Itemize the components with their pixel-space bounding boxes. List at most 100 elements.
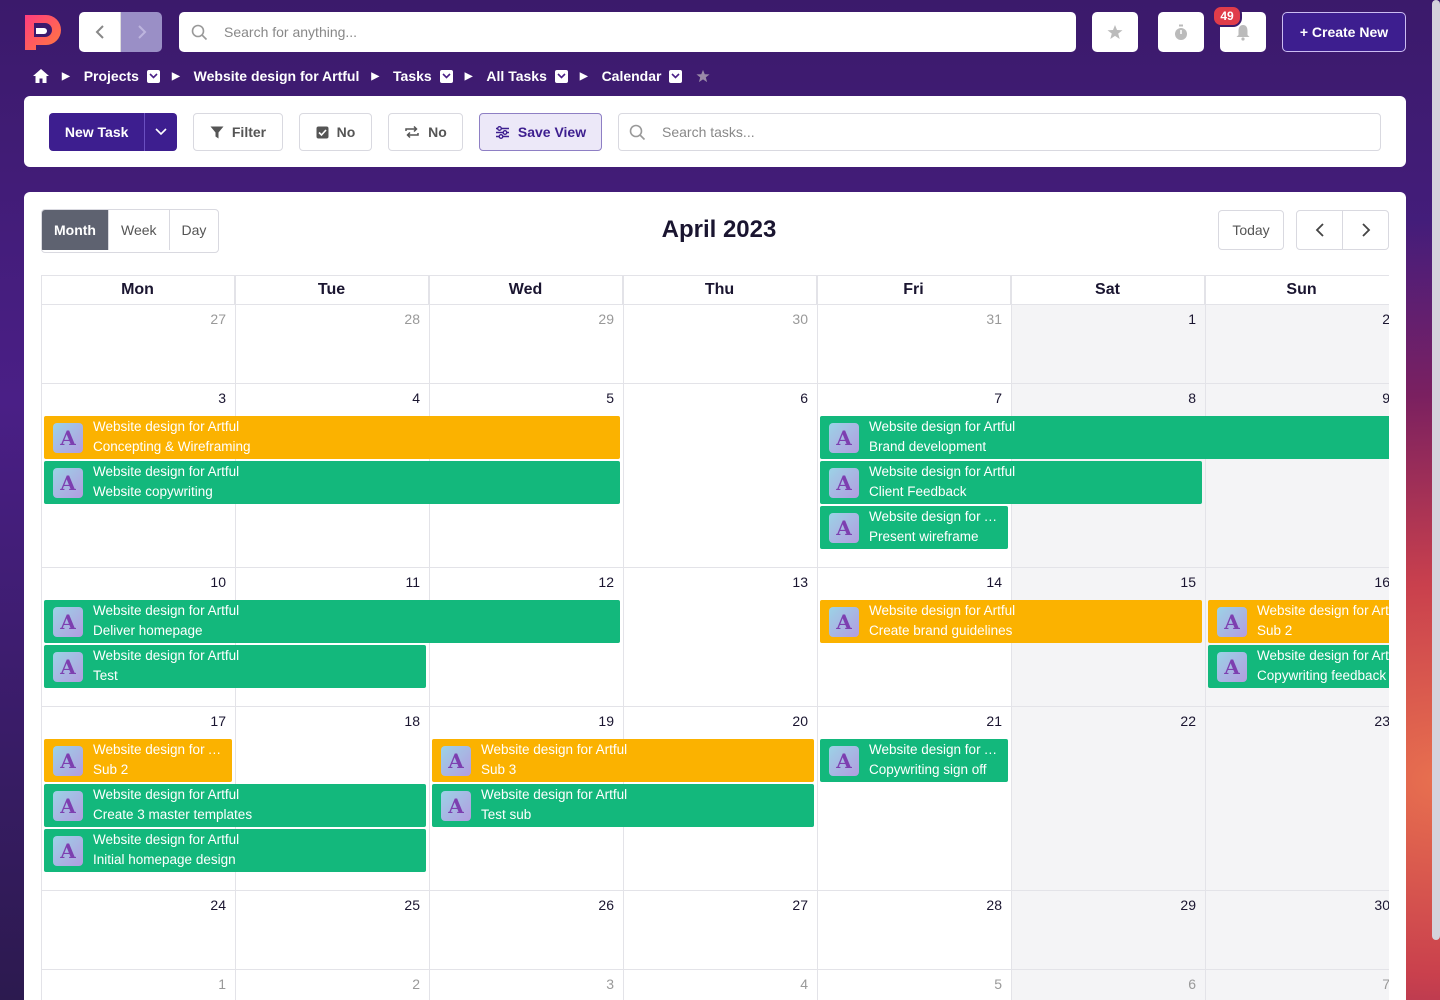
- recurring-toggle[interactable]: No: [388, 113, 463, 151]
- dropdown-chevron-icon[interactable]: [439, 69, 453, 83]
- day-number[interactable]: 28: [962, 897, 1002, 913]
- create-new-button[interactable]: + Create New: [1282, 12, 1406, 52]
- global-search[interactable]: [179, 12, 1076, 52]
- show-completed-toggle[interactable]: No: [299, 113, 372, 151]
- calendar-event[interactable]: A Website design for Artful Copywriting fe…: [1208, 645, 1389, 688]
- calendar-event[interactable]: A Website design for Artful Brand developm…: [820, 416, 1389, 459]
- today-button[interactable]: Today: [1218, 210, 1284, 250]
- chevron-down-icon: [155, 128, 167, 136]
- task-search[interactable]: [618, 113, 1381, 151]
- home-icon[interactable]: [32, 68, 50, 84]
- breadcrumb-tasks[interactable]: Tasks: [393, 68, 432, 84]
- calendar-event[interactable]: A Website design for Artful Deliver homepa…: [44, 600, 620, 643]
- day-number[interactable]: 28: [380, 311, 420, 327]
- day-number[interactable]: 4: [380, 390, 420, 406]
- calendar-event[interactable]: A Website design for Artful Initial homepa…: [44, 829, 426, 872]
- day-number[interactable]: 26: [574, 897, 614, 913]
- calendar-event[interactable]: A Website design for Artful Concepting & W…: [44, 416, 620, 459]
- day-number[interactable]: 6: [768, 390, 808, 406]
- calendar-event[interactable]: A Website design for Artful Sub 3: [432, 739, 814, 782]
- new-task-button[interactable]: New Task: [49, 113, 146, 151]
- calendar-event[interactable]: A Website design for Artful Test: [44, 645, 426, 688]
- breadcrumb: ▶ Projects ▶ Website design for Artful ▶…: [32, 64, 711, 88]
- day-number[interactable]: 31: [962, 311, 1002, 327]
- weekday-header: Wed: [429, 275, 623, 304]
- day-number[interactable]: 21: [962, 713, 1002, 729]
- page-scrollbar[interactable]: [1432, 0, 1440, 940]
- next-month-button[interactable]: [1343, 211, 1388, 249]
- star-icon: [1107, 25, 1123, 39]
- new-task-button-group: New Task: [49, 113, 177, 151]
- day-number[interactable]: 1: [186, 976, 226, 992]
- breadcrumb-all-tasks[interactable]: All Tasks: [486, 68, 546, 84]
- calendar-event[interactable]: A Website design for Artful Client Feedbac…: [820, 461, 1202, 504]
- day-number[interactable]: 5: [962, 976, 1002, 992]
- day-number[interactable]: 30: [768, 311, 808, 327]
- favorite-star-icon[interactable]: [696, 69, 711, 83]
- project-avatar-icon: A: [53, 607, 83, 637]
- day-number[interactable]: 19: [574, 713, 614, 729]
- day-number[interactable]: 7: [1350, 976, 1389, 992]
- day-number[interactable]: 25: [380, 897, 420, 913]
- day-number[interactable]: 14: [962, 574, 1002, 590]
- app-logo-icon[interactable]: [22, 12, 64, 52]
- filter-button[interactable]: Filter: [193, 113, 283, 151]
- day-number[interactable]: 18: [380, 713, 420, 729]
- calendar-event[interactable]: A Website design for Artful Create brand g…: [820, 600, 1202, 643]
- day-number[interactable]: 24: [186, 897, 226, 913]
- calendar-event[interactable]: A Website design for Artful Sub 2: [44, 739, 232, 782]
- day-number[interactable]: 29: [1156, 897, 1196, 913]
- task-search-input[interactable]: [660, 123, 1364, 141]
- prev-month-button[interactable]: [1297, 211, 1343, 249]
- weekday-header: Sun: [1205, 275, 1389, 304]
- day-number[interactable]: 20: [768, 713, 808, 729]
- day-number[interactable]: 27: [768, 897, 808, 913]
- day-number[interactable]: 13: [768, 574, 808, 590]
- day-number[interactable]: 2: [1350, 311, 1389, 327]
- favorites-button[interactable]: [1092, 12, 1138, 52]
- day-number[interactable]: 29: [574, 311, 614, 327]
- day-number[interactable]: 3: [574, 976, 614, 992]
- dropdown-chevron-icon[interactable]: [554, 69, 568, 83]
- day-number[interactable]: 27: [186, 311, 226, 327]
- breadcrumb-calendar[interactable]: Calendar: [602, 68, 662, 84]
- global-search-input[interactable]: [222, 23, 1046, 41]
- day-number[interactable]: 17: [186, 713, 226, 729]
- calendar-event[interactable]: A Website design for Artful Test sub: [432, 784, 814, 827]
- day-number[interactable]: 12: [574, 574, 614, 590]
- day-number[interactable]: 2: [380, 976, 420, 992]
- new-task-dropdown[interactable]: [145, 113, 177, 151]
- calendar-event[interactable]: A Website design for Artful Present wirefr…: [820, 506, 1008, 549]
- day-number[interactable]: 23: [1350, 713, 1389, 729]
- project-avatar-icon: A: [53, 746, 83, 776]
- day-number[interactable]: 10: [186, 574, 226, 590]
- sliders-icon: [495, 125, 509, 139]
- day-number[interactable]: 4: [768, 976, 808, 992]
- event-task-name: Copywriting feedback: [1257, 668, 1387, 683]
- dropdown-chevron-icon[interactable]: [669, 69, 683, 83]
- dropdown-chevron-icon[interactable]: [146, 69, 160, 83]
- day-number[interactable]: 8: [1156, 390, 1196, 406]
- calendar-event[interactable]: A Website design for Artful Sub 2: [1208, 600, 1389, 643]
- timer-button[interactable]: [1158, 12, 1204, 52]
- day-number[interactable]: 7: [962, 390, 1002, 406]
- day-number[interactable]: 15: [1156, 574, 1196, 590]
- calendar-event[interactable]: A Website design for Artful Copywriting si…: [820, 739, 1008, 782]
- day-number[interactable]: 3: [186, 390, 226, 406]
- day-number[interactable]: 22: [1156, 713, 1196, 729]
- day-number[interactable]: 6: [1156, 976, 1196, 992]
- back-button[interactable]: [79, 12, 121, 52]
- calendar-event[interactable]: A Website design for Artful Create 3 maste…: [44, 784, 426, 827]
- day-number[interactable]: 5: [574, 390, 614, 406]
- forward-button[interactable]: [121, 12, 162, 52]
- breadcrumb-project[interactable]: Website design for Artful: [194, 68, 360, 84]
- day-number[interactable]: 16: [1350, 574, 1389, 590]
- day-number[interactable]: 9: [1350, 390, 1389, 406]
- weekend-shading: [1011, 304, 1389, 383]
- calendar-event[interactable]: A Website design for Artful Website copywr…: [44, 461, 620, 504]
- day-number[interactable]: 11: [380, 574, 420, 590]
- save-view-button[interactable]: Save View: [479, 113, 602, 151]
- breadcrumb-projects[interactable]: Projects: [84, 68, 139, 84]
- day-number[interactable]: 1: [1156, 311, 1196, 327]
- day-number[interactable]: 30: [1350, 897, 1389, 913]
